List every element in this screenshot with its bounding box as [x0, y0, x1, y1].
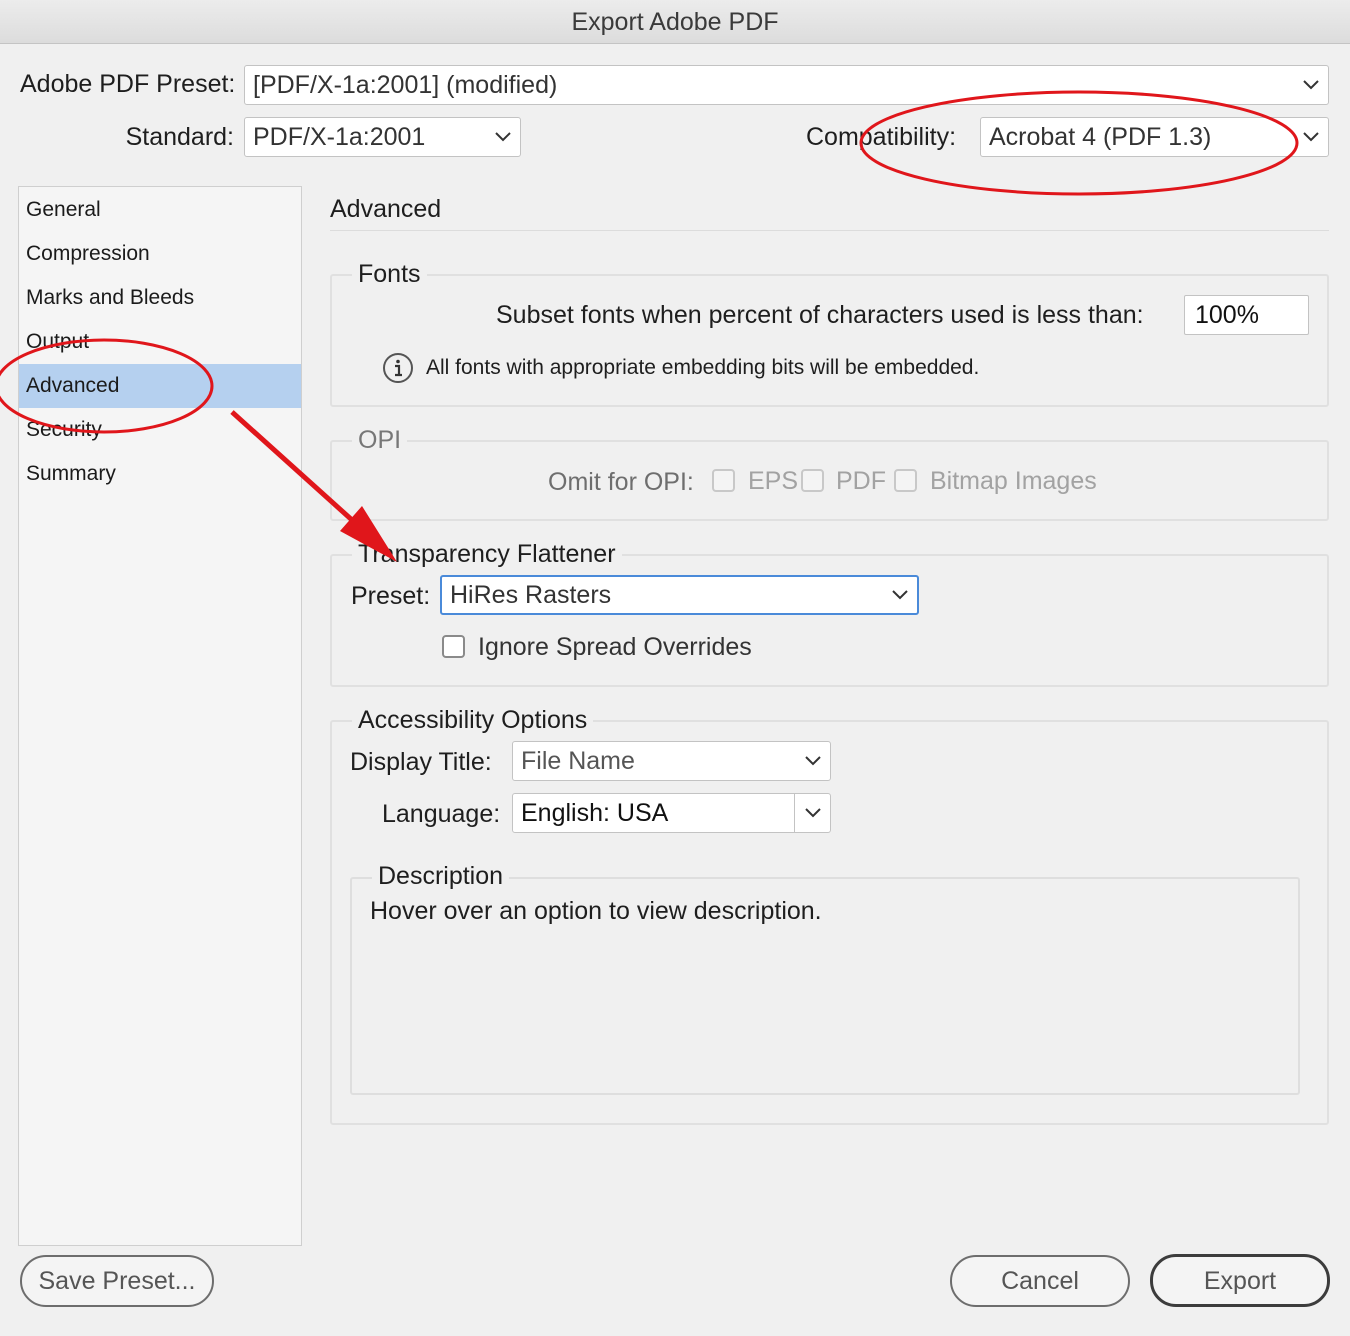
cancel-button[interactable]: Cancel [950, 1255, 1130, 1307]
subset-fonts-label: Subset fonts when percent of characters … [496, 301, 1144, 329]
opi-group [330, 440, 1329, 521]
display-title-label: Display Title: [350, 748, 492, 776]
flattener-preset-label: Preset: [351, 582, 431, 610]
page-title: Advanced [330, 195, 442, 223]
flattener-preset-value: HiRes Rasters [450, 581, 612, 609]
compatibility-dropdown[interactable]: Acrobat 4 (PDF 1.3) [980, 117, 1329, 157]
standard-dropdown[interactable]: PDF/X-1a:2001 [244, 117, 521, 157]
standard-value: PDF/X-1a:2001 [253, 123, 426, 151]
transparency-flattener-group [330, 554, 1329, 687]
omit-for-opi-label: Omit for OPI: [548, 468, 694, 496]
sidebar-item-advanced[interactable]: Advanced [19, 364, 301, 408]
language-label: Language: [382, 800, 501, 828]
flattener-preset-dropdown[interactable]: HiRes Rasters [440, 575, 919, 615]
chevron-down-icon [796, 742, 830, 780]
sidebar-item-summary[interactable]: Summary [19, 452, 301, 496]
export-button[interactable]: Export [1150, 1254, 1330, 1307]
embedding-info-text: All fonts with appropriate embedding bit… [426, 356, 980, 379]
accessibility-legend: Accessibility Options [352, 706, 594, 735]
flattener-legend: Transparency Flattener [352, 540, 622, 569]
description-text: Hover over an option to view description… [370, 897, 822, 925]
language-value: English: USA [521, 799, 669, 827]
chevron-down-icon [883, 577, 917, 613]
preset-value: [PDF/X-1a:2001] (modified) [253, 71, 558, 99]
fonts-group [330, 274, 1329, 407]
sidebar-item-general[interactable]: General [19, 188, 301, 232]
omit-pdf-checkbox[interactable] [801, 469, 824, 492]
save-preset-button[interactable]: Save Preset... [20, 1255, 214, 1307]
sidebar-item-security[interactable]: Security [19, 408, 301, 452]
ignore-spread-overrides-checkbox[interactable] [442, 635, 465, 658]
preset-label: Adobe PDF Preset: [20, 70, 236, 98]
language-combobox[interactable]: English: USA [512, 793, 831, 833]
sidebar-item-compression[interactable]: Compression [19, 232, 301, 276]
sidebar-item-marks-and-bleeds[interactable]: Marks and Bleeds [19, 276, 301, 320]
omit-pdf-label: PDF [836, 467, 886, 495]
omit-eps-checkbox[interactable] [712, 469, 735, 492]
ignore-spread-overrides-label: Ignore Spread Overrides [478, 633, 752, 661]
compatibility-label: Compatibility: [806, 123, 957, 151]
window-title: Export Adobe PDF [0, 0, 1350, 44]
compatibility-value: Acrobat 4 (PDF 1.3) [989, 123, 1212, 151]
opi-legend: OPI [352, 426, 408, 455]
chevron-down-icon [794, 794, 830, 832]
sidebar-item-output[interactable]: Output [19, 320, 301, 364]
display-title-value: File Name [521, 747, 635, 775]
omit-bitmap-checkbox[interactable] [894, 469, 917, 492]
preset-dropdown[interactable]: [PDF/X-1a:2001] (modified) [244, 65, 1329, 105]
description-legend: Description [372, 862, 510, 891]
heading-divider [330, 230, 1329, 231]
standard-label: Standard: [125, 123, 234, 151]
omit-eps-label: EPS [748, 467, 799, 495]
chevron-down-icon [486, 118, 520, 156]
info-icon [382, 352, 414, 384]
omit-bitmap-label: Bitmap Images [930, 467, 1097, 495]
subset-percent-input[interactable]: 100% [1184, 295, 1309, 335]
chevron-down-icon [1294, 66, 1328, 104]
display-title-dropdown[interactable]: File Name [512, 741, 831, 781]
fonts-legend: Fonts [352, 260, 427, 289]
chevron-down-icon [1294, 118, 1328, 156]
category-sidebar: General Compression Marks and Bleeds Out… [18, 186, 302, 1246]
